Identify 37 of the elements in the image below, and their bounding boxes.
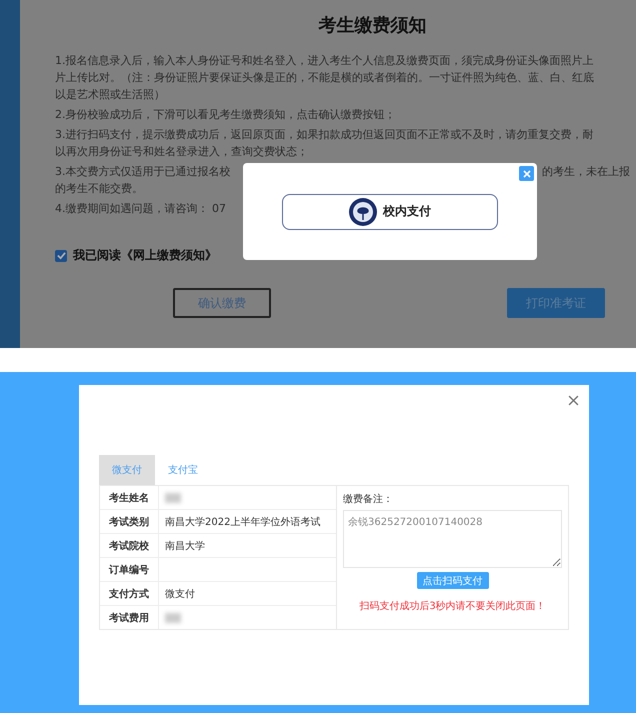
notice-text: 3.进行扫码支付，提示缴费成功后，返回原页面，如果扣款成功但返回页面不正常或不及时，请勿重复交费，耐 [55, 127, 594, 143]
payment-tab[interactable]: 微支付 [99, 455, 155, 485]
field-label: 考试类别 [100, 510, 159, 533]
notice-text: 以再次用身份证号和姓名登录进入，查询交费状态； [55, 144, 308, 160]
confirm-button[interactable]: 确认缴费 [173, 288, 271, 318]
payment-option-button[interactable]: 校内支付 [282, 194, 498, 230]
checkbox[interactable] [55, 250, 67, 262]
field-label: 考试院校 [100, 534, 159, 557]
notice-text: 的考生，未在上报 [542, 164, 630, 180]
warning-text: 扫码支付成功后3秒内请不要关闭此页面！ [359, 600, 546, 613]
print-button[interactable]: 打印准考证 [507, 288, 605, 318]
field-value: 微支付 [164, 588, 196, 602]
field-label: 订单编号 [100, 558, 159, 581]
notice-text: 的考生不能交费。 [55, 181, 143, 197]
notice-text: 1.报名信息录入后，输入本人身份证号和姓名登入，进入考生个人信息及缴费页面，须完成身份证头像面照片上 [55, 53, 594, 69]
close-icon [568, 395, 579, 406]
field-label: 支付方式 [100, 582, 159, 605]
note-field[interactable]: 余锐362527200107140028 [343, 510, 562, 568]
agreement-label: 我已阅读《网上缴费须知》 [73, 247, 217, 264]
notice-text: 3.本交费方式仅适用于已通过报名校 [55, 164, 230, 180]
page-title: 考生缴费须知 [317, 14, 428, 38]
close-icon [522, 170, 530, 178]
notice-text: 4.缴费期间如遇问题，请咨询： 07 [55, 201, 226, 217]
notice-text: 以是艺术照或生活照） [55, 87, 165, 103]
field-label: 考生姓名 [100, 486, 159, 509]
field-label: 考试费用 [100, 606, 159, 629]
scan-pay-button[interactable]: 点击扫码支付 [416, 572, 488, 589]
close-button[interactable] [519, 166, 534, 181]
notice-text: 2.身份校验成功后，下滑可以看见考生缴费须知，点击确认缴费按钮； [55, 107, 396, 123]
field-value: 南昌大学2022上半年学位外语考试 [164, 516, 322, 530]
field-value: 南昌大学 [164, 540, 206, 554]
close-button[interactable] [566, 393, 581, 408]
notice-text: 片上传比对。（注：身份证照片要保证头像是正的，不能是横的或者倒着的。一寸证件照为纯色、蓝、白、红底 [55, 70, 594, 86]
note-label: 缴费备注： [343, 492, 393, 506]
blurred-value [165, 492, 181, 502]
blurred-value [165, 612, 181, 622]
emblem-icon [349, 198, 377, 226]
